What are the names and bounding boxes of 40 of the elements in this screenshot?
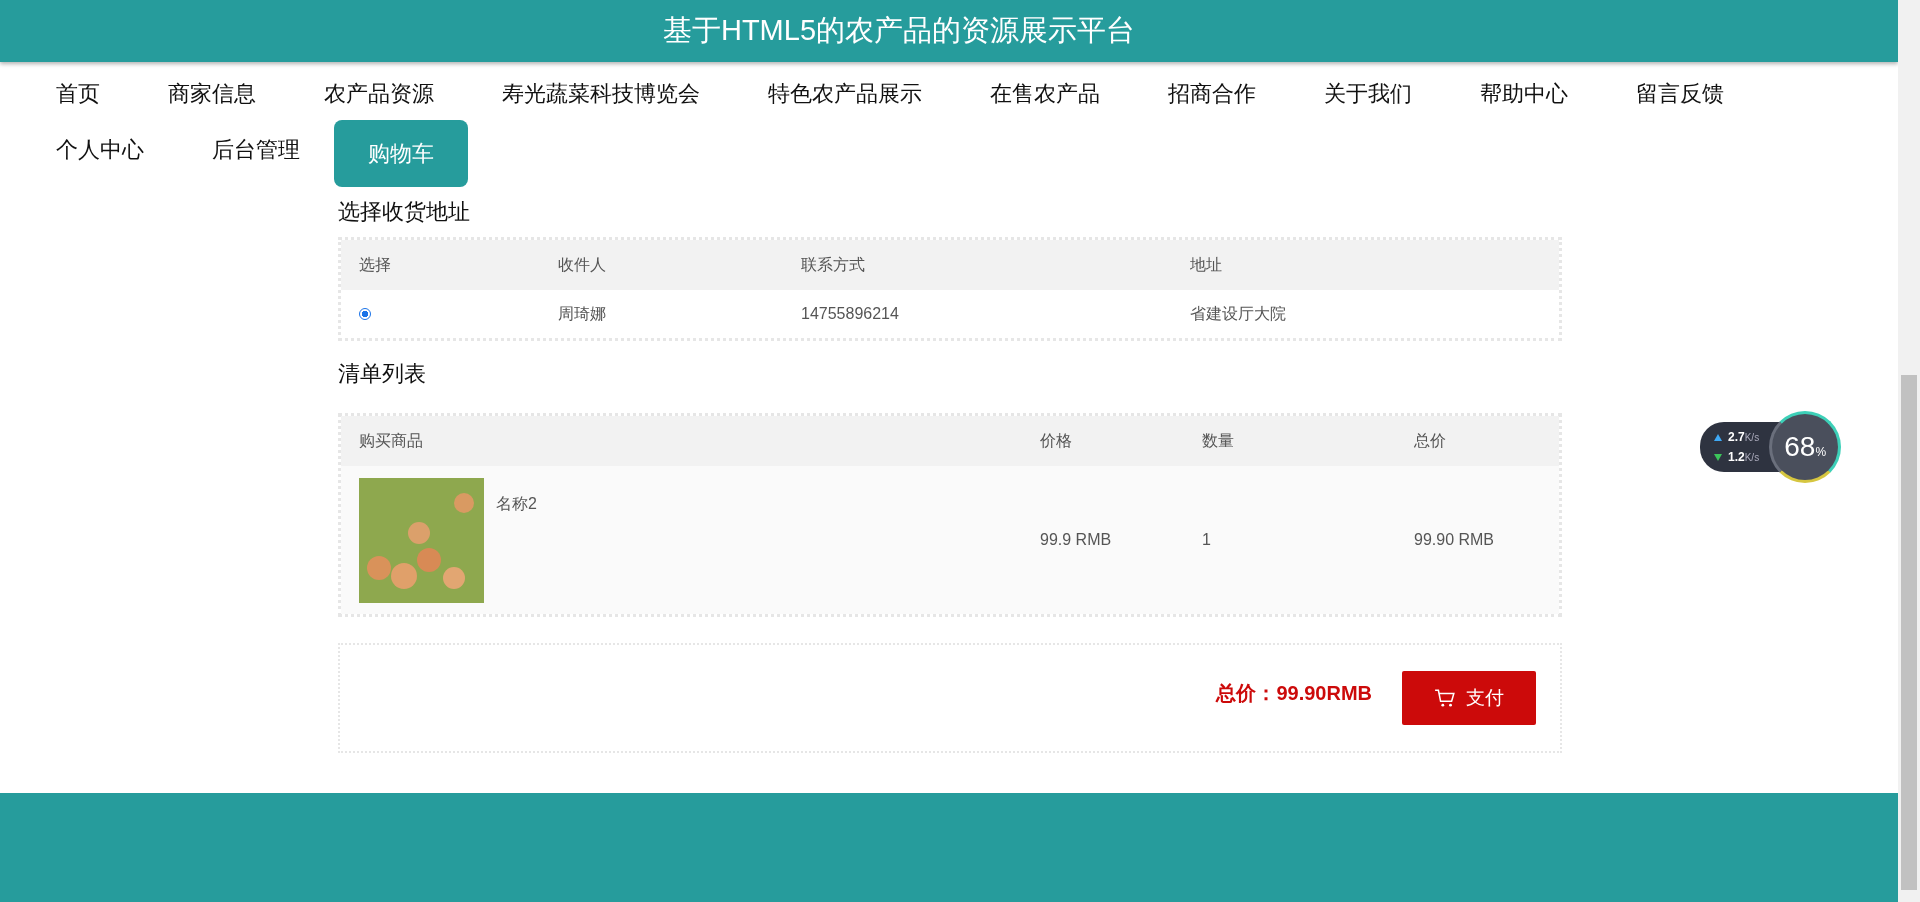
nav-tab[interactable]: 特色农产品展示	[734, 66, 956, 122]
nav-tab[interactable]: 农产品资源	[290, 66, 468, 122]
download-speed: 1.2K/s	[1728, 450, 1760, 464]
nav-tab[interactable]: 商家信息	[134, 66, 290, 122]
nav-tab[interactable]: 在售农产品	[956, 66, 1134, 122]
product-name: 名称2	[496, 493, 537, 514]
up-arrow-icon	[1714, 433, 1722, 441]
table-cell-text: 周琦娜	[557, 303, 607, 324]
nav-tab[interactable]: 招商合作	[1134, 66, 1290, 122]
nav-tab[interactable]: 留言反馈	[1602, 66, 1758, 122]
scrollbar[interactable]	[1898, 0, 1920, 902]
column-header: 选择	[358, 254, 392, 275]
table-cell-text: 99.9 RMB	[1039, 531, 1113, 549]
column-header: 购买商品	[358, 430, 424, 451]
section-title: 选择收货地址	[338, 198, 471, 226]
table-cell-text: 1	[1201, 531, 1212, 549]
nav-tab[interactable]: 首页	[22, 66, 134, 122]
nav-tab[interactable]: 寿光蔬菜科技博览会	[468, 66, 734, 122]
nav-tab[interactable]: 关于我们	[1290, 66, 1446, 122]
table-cell-text: 99.90 RMB	[1413, 531, 1496, 549]
column-header: 地址	[1189, 254, 1223, 275]
nav-tab[interactable]: 帮助中心	[1446, 66, 1602, 122]
down-arrow-icon	[1714, 453, 1722, 461]
section-title: 清单列表	[338, 360, 427, 388]
total-price: 总价：99.90RMB	[1216, 680, 1372, 706]
nav-tab[interactable]: 个人中心	[22, 122, 178, 178]
radio-button[interactable]	[359, 308, 371, 320]
pay-button[interactable]: 支付	[1402, 671, 1536, 725]
column-header: 总价	[1413, 430, 1447, 451]
column-header: 联系方式	[800, 254, 866, 275]
column-header: 收件人	[557, 254, 607, 275]
percent-gauge: 68%	[1769, 411, 1842, 483]
table-cell-text: 省建设厅大院	[1189, 303, 1287, 324]
column-header: 数量	[1201, 430, 1235, 451]
site-title: 基于HTML5的农产品的资源展示平台	[662, 13, 1136, 48]
table-cell-text: 14755896214	[800, 305, 900, 323]
upload-speed: 2.7K/s	[1728, 430, 1760, 444]
cart-icon	[1434, 687, 1456, 709]
nav-tab[interactable]: 后台管理	[178, 122, 334, 178]
column-header: 价格	[1039, 430, 1073, 451]
